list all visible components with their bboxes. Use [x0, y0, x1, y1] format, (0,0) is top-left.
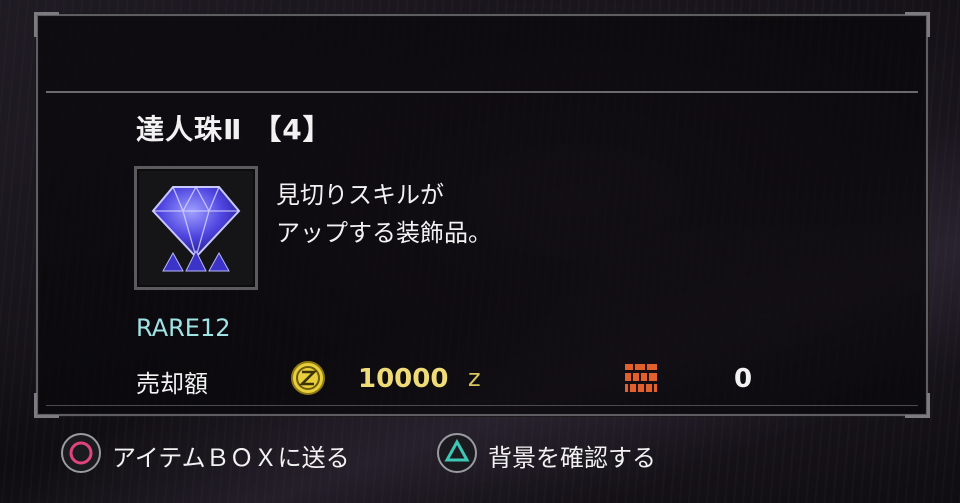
panel-corner-ornament: [34, 12, 59, 37]
view-background-button[interactable]: 背景を確認する: [436, 430, 696, 476]
item-detail-panel: 達人珠Ⅱ 【4】 見切りスキルが アップする装飾品。 RARE12 売却額 10…: [34, 12, 930, 418]
sell-price-row: 売却額 10000 z 0: [136, 360, 896, 398]
gem-icon: [151, 185, 241, 272]
item-description: 見切りスキルが アップする装飾品。: [276, 176, 492, 252]
description-line: 見切りスキルが: [276, 181, 444, 209]
header-divider: [46, 91, 918, 93]
research-points-icon: [625, 364, 657, 392]
research-points-value: 0: [734, 364, 753, 394]
triangle-button-icon: [437, 433, 477, 473]
zenny-unit: z: [468, 364, 481, 392]
send-to-item-box-button[interactable]: アイテムＢＯＸに送る: [60, 430, 390, 476]
send-to-item-box-label: アイテムＢＯＸに送る: [112, 444, 350, 472]
zenny-amount: 10000: [358, 364, 449, 394]
zenny-coin-icon: [291, 361, 325, 395]
view-background-label: 背景を確認する: [488, 444, 656, 472]
description-line: アップする装飾品。: [276, 219, 492, 247]
circle-button-icon: [61, 433, 101, 473]
item-icon-frame: [134, 166, 258, 290]
item-name: 達人珠Ⅱ 【4】: [136, 113, 332, 146]
panel-corner-ornament: [905, 12, 930, 37]
footer-divider: [46, 405, 918, 406]
item-rarity: RARE12: [136, 314, 231, 342]
sell-price-label: 売却額: [136, 370, 208, 398]
button-prompts-bar: アイテムＢＯＸに送る 背景を確認する: [0, 430, 960, 480]
